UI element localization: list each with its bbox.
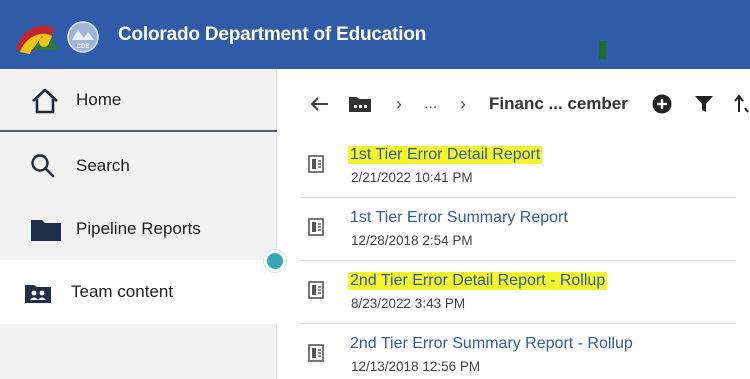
sort-button[interactable] — [734, 84, 750, 124]
add-button[interactable] — [652, 84, 672, 124]
breadcrumb: › ... › Financ ... cember — [296, 84, 750, 124]
colorado-logo-icon[interactable]: CDE — [14, 20, 106, 56]
sidebar-item-search[interactable]: Search — [0, 135, 277, 198]
list-item[interactable]: 1st Tier Error Summary Report 12/28/2018… — [300, 198, 736, 261]
list-item[interactable]: 1st Tier Error Detail Report 2/21/2022 1… — [300, 135, 736, 198]
arrow-left-icon — [310, 97, 328, 111]
status-indicator — [599, 41, 606, 59]
add-circle-icon — [652, 94, 672, 114]
report-icon — [308, 281, 324, 299]
app-header: CDE Colorado Department of Education — [0, 0, 750, 69]
report-title[interactable]: 1st Tier Error Summary Report — [350, 209, 568, 227]
team-folder-icon — [349, 97, 371, 112]
breadcrumb-root[interactable] — [348, 84, 372, 124]
sidebar-item-label: Pipeline Reports — [76, 219, 201, 238]
report-timestamp: 2/21/2022 10:41 PM — [351, 170, 473, 185]
home-icon — [32, 88, 58, 114]
filter-button[interactable] — [694, 84, 714, 124]
sidebar-item-label: Search — [76, 156, 130, 175]
breadcrumb-current-folder[interactable]: Financ ... cember — [489, 84, 628, 124]
filter-icon — [695, 96, 713, 112]
report-timestamp: 12/13/2018 12:56 PM — [351, 359, 481, 374]
report-icon — [308, 344, 324, 362]
sidebar-item-home[interactable]: Home — [0, 69, 277, 132]
sidebar: Home Search Pipeline Reports Team conten… — [0, 69, 277, 379]
report-icon — [308, 155, 324, 173]
sidebar-item-label: Team content — [71, 282, 174, 301]
sidebar-item-team-content[interactable]: Team content — [0, 260, 277, 324]
report-title[interactable]: 1st Tier Error Detail Report — [348, 146, 543, 164]
folder-icon — [31, 220, 61, 241]
list-item[interactable]: 2nd Tier Error Summary Report - Rollup 1… — [300, 324, 736, 379]
back-button[interactable] — [310, 84, 330, 124]
report-timestamp: 12/28/2018 2:54 PM — [351, 233, 473, 248]
sidebar-item-pipeline-reports[interactable]: Pipeline Reports — [0, 197, 277, 260]
resize-handle[interactable] — [264, 250, 286, 272]
team-folder-icon — [25, 285, 51, 303]
list-item[interactable]: 2nd Tier Error Detail Report - Rollup 8/… — [300, 261, 736, 324]
report-title[interactable]: 2nd Tier Error Summary Report - Rollup — [350, 335, 633, 353]
breadcrumb-ellipsis[interactable]: ... — [424, 84, 437, 124]
breadcrumb-separator: › — [396, 93, 402, 114]
sidebar-item-label: Home — [76, 90, 122, 109]
search-icon — [31, 154, 55, 178]
app-title: Colorado Department of Education — [118, 24, 427, 45]
report-title[interactable]: 2nd Tier Error Detail Report - Rollup — [348, 272, 608, 290]
logo-seal-text: CDE — [77, 44, 90, 50]
breadcrumb-separator: › — [460, 93, 466, 114]
report-timestamp: 8/23/2022 3:43 PM — [351, 296, 466, 311]
report-icon — [308, 218, 324, 236]
sort-icon — [734, 94, 749, 113]
